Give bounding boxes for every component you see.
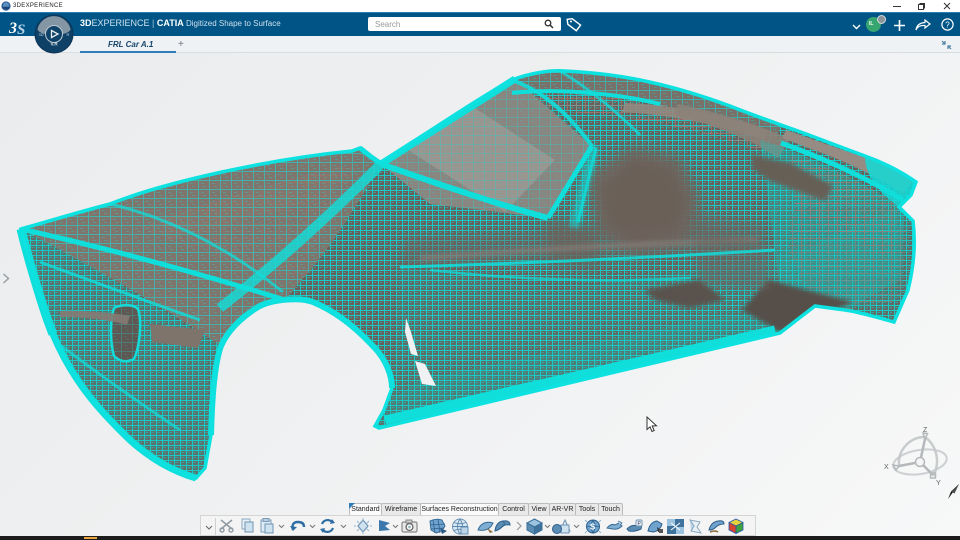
svg-text:V.R: V.R: [51, 42, 59, 47]
svg-text:3D: 3D: [39, 32, 44, 37]
svg-text:S: S: [590, 523, 596, 532]
svg-text:Z: Z: [923, 427, 928, 434]
svg-text:?: ?: [945, 20, 950, 29]
svg-text:3: 3: [9, 20, 17, 36]
svg-text:S: S: [17, 22, 25, 36]
svg-text:X: X: [884, 464, 889, 471]
svg-text:R: R: [67, 32, 70, 37]
svg-text:Y: Y: [936, 480, 941, 487]
